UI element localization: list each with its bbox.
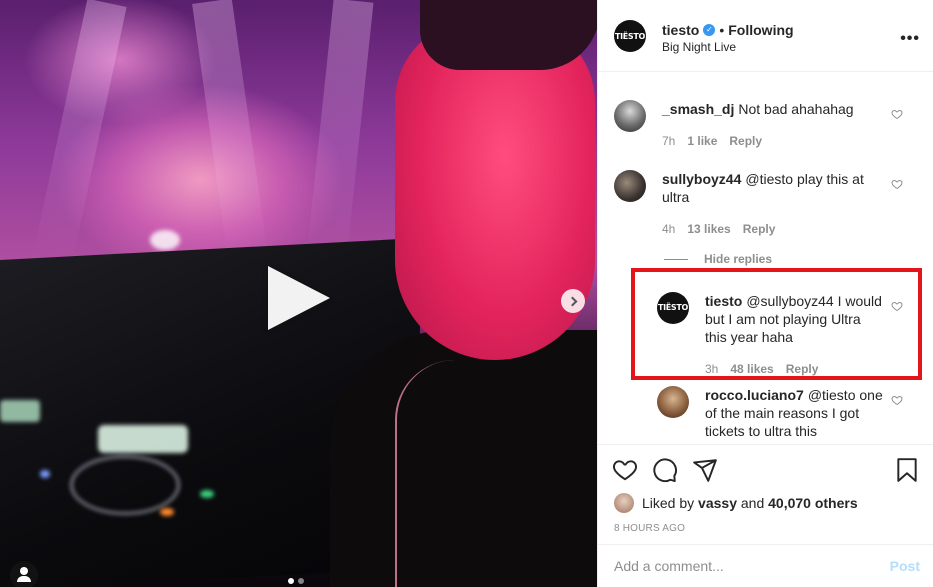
comment-text: tiesto @sullyboyz44 I would but I am not …	[705, 292, 885, 346]
stage-light	[306, 0, 374, 262]
comment-meta: 3h 48 likes Reply	[705, 360, 818, 378]
likes-count[interactable]: 40,070 others	[768, 495, 858, 511]
video-player[interactable]	[0, 0, 597, 587]
comment-body: Not bad ahahahag	[738, 101, 854, 117]
deck-led	[200, 490, 214, 498]
header-separator: •	[719, 22, 725, 38]
deck-screen	[98, 425, 188, 453]
verified-badge-icon: ✓	[703, 24, 716, 36]
comment-text: _smash_dj Not bad ahahahag	[662, 100, 890, 118]
heart-icon[interactable]	[891, 300, 903, 312]
light-flare	[150, 230, 180, 250]
post-timestamp[interactable]: 8 HOURS AGO	[614, 523, 685, 534]
headphone-cord	[395, 360, 595, 587]
comment-time[interactable]: 3h	[705, 360, 718, 378]
user-tag-button[interactable]	[10, 561, 38, 587]
comment-item: sullyboyz44 @tiesto play this at ultra 4h…	[614, 170, 914, 240]
comment-likes[interactable]: 13 likes	[687, 220, 730, 238]
bookmark-icon[interactable]	[894, 457, 920, 483]
comment-input[interactable]	[614, 558, 874, 574]
avatar[interactable]	[614, 170, 646, 202]
heart-icon[interactable]	[891, 394, 903, 406]
more-options-icon[interactable]: •••	[900, 30, 920, 48]
liked-by-prefix: Liked by	[642, 495, 695, 511]
avatar-logo-text: TIËSTO	[657, 303, 689, 312]
deck-led	[160, 508, 174, 516]
deck-screen	[0, 400, 40, 422]
carousel-dot	[298, 578, 304, 584]
carousel-dot-active	[288, 578, 294, 584]
location-link[interactable]: Big Night Live	[662, 40, 736, 54]
post-actions: Liked by vassy and 40,070 others 8 HOURS…	[598, 444, 933, 544]
comments-list[interactable]: _smash_dj Not bad ahahahag 7h 1 like Repl…	[598, 72, 933, 444]
heart-icon[interactable]	[612, 457, 638, 483]
comment-username[interactable]: _smash_dj	[662, 101, 734, 117]
comment-text: rocco.luciano7 @tiesto one of the main re…	[705, 386, 885, 440]
person-hair	[420, 0, 597, 70]
comment-item: _smash_dj Not bad ahahahag 7h 1 like Repl…	[614, 100, 914, 150]
following-button[interactable]: Following	[728, 22, 793, 38]
post-panel: TIËSTO tiesto ✓ • Following Big Night Li…	[597, 0, 933, 587]
play-icon[interactable]	[268, 266, 330, 330]
liked-by-user[interactable]: vassy	[698, 495, 737, 511]
chevron-right-icon	[567, 296, 577, 306]
comment-username[interactable]: rocco.luciano7	[705, 387, 804, 403]
hide-replies-button[interactable]: Hide replies	[664, 252, 772, 266]
user-tag-icon	[20, 567, 28, 575]
comment-username[interactable]: sullyboyz44	[662, 171, 741, 187]
stage-light	[33, 0, 127, 262]
comment-meta: 4h 13 likes Reply	[662, 220, 775, 238]
avatar[interactable]: TIËSTO	[614, 20, 646, 52]
carousel-next-button[interactable]	[561, 289, 585, 313]
stage-light	[192, 0, 268, 262]
header-user-line: tiesto ✓ • Following	[662, 22, 794, 38]
divider	[664, 258, 688, 260]
comment-icon[interactable]	[652, 457, 678, 483]
comment-meta: 7h 1 like Reply	[662, 132, 762, 150]
reply-button[interactable]: Reply	[786, 360, 819, 378]
hide-replies-label: Hide replies	[704, 252, 773, 266]
comment-time[interactable]: 4h	[662, 220, 675, 238]
post-button[interactable]: Post	[890, 558, 920, 574]
liked-by-conjunction: and	[740, 495, 765, 511]
avatar[interactable]	[657, 386, 689, 418]
heart-icon[interactable]	[891, 108, 903, 120]
paper-plane-icon[interactable]	[692, 457, 718, 483]
user-tag-icon-body	[17, 576, 31, 582]
deck-led	[40, 470, 50, 478]
carousel-indicator	[288, 578, 304, 584]
avatar-logo-text: TIËSTO	[614, 31, 646, 41]
comment-likes[interactable]: 1 like	[687, 132, 717, 150]
liked-by: Liked by vassy and 40,070 others	[614, 493, 858, 513]
post-header: TIËSTO tiesto ✓ • Following Big Night Li…	[598, 0, 933, 72]
comment-time[interactable]: 7h	[662, 132, 675, 150]
comment-text: sullyboyz44 @tiesto play this at ultra	[662, 170, 890, 206]
reply-item: TIËSTO tiesto @sullyboyz44 I would but I …	[657, 292, 917, 376]
reply-button[interactable]: Reply	[729, 132, 762, 150]
comment-likes[interactable]: 48 likes	[730, 360, 773, 378]
reply-button[interactable]: Reply	[743, 220, 776, 238]
avatar[interactable]	[614, 100, 646, 132]
jog-wheel	[70, 455, 180, 515]
comment-username[interactable]: tiesto	[705, 293, 742, 309]
heart-icon[interactable]	[891, 178, 903, 190]
avatar[interactable]	[614, 493, 634, 513]
reply-item: rocco.luciano7 @tiesto one of the main re…	[657, 386, 917, 444]
header-username[interactable]: tiesto	[662, 22, 699, 38]
add-comment-bar: Post	[598, 544, 933, 587]
avatar[interactable]: TIËSTO	[657, 292, 689, 324]
